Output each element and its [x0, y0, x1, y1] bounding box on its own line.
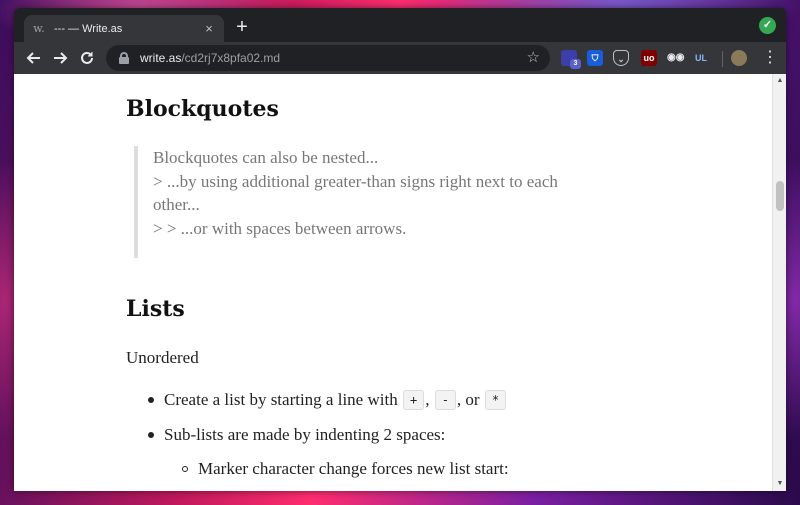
- list-item: Marker character change forces new list …: [182, 459, 509, 479]
- back-arrow-icon[interactable]: [24, 48, 44, 68]
- extension-ticket-icon[interactable]: 3: [561, 50, 581, 69]
- tab-strip: w. --- — Write.as × + ✓: [14, 8, 786, 42]
- favicon-icon: w.: [33, 21, 45, 35]
- list-item-text: Create a list by starting a line with: [164, 390, 398, 409]
- forward-arrow-icon[interactable]: [50, 48, 70, 68]
- list-item: Sub-lists are made by indenting 2 spaces…: [148, 425, 445, 445]
- bullet-icon: [148, 432, 154, 438]
- tab-title: --- — Write.as: [54, 22, 123, 35]
- scroll-thumb[interactable]: [776, 181, 784, 211]
- bitwarden-shield-icon[interactable]: ⛉: [587, 50, 603, 66]
- browser-window: w. --- — Write.as × + ✓ write.as/cd2rj7x…: [14, 8, 786, 491]
- list-item-text: Marker character change forces new list …: [198, 459, 509, 478]
- lock-icon: [118, 52, 130, 64]
- extension-ul-icon[interactable]: UL: [693, 50, 709, 66]
- pocket-icon[interactable]: ⌄: [613, 50, 629, 66]
- scroll-down-icon[interactable]: ▼: [773, 477, 786, 491]
- hollow-bullet-icon: [182, 466, 188, 472]
- blockquote-line: other...: [153, 195, 200, 214]
- nested-blockquote: Blockquotes can also be nested... > ...b…: [134, 146, 614, 258]
- inline-code: +: [402, 390, 425, 410]
- close-icon[interactable]: ×: [202, 21, 216, 36]
- list-item-text: ,: [425, 390, 430, 409]
- inline-code: -: [434, 390, 456, 410]
- toolbar-divider: [722, 51, 723, 67]
- bookmark-star-icon[interactable]: ☆: [527, 49, 540, 67]
- vertical-scrollbar[interactable]: ▲ ▼: [772, 74, 786, 491]
- profile-status-icon[interactable]: ✓: [759, 17, 776, 34]
- address-bar[interactable]: write.as/cd2rj7x8pfa02.md ☆: [106, 45, 550, 71]
- ublock-origin-icon[interactable]: uo: [641, 50, 657, 66]
- subheading-unordered: Unordered: [126, 348, 199, 367]
- new-tab-button[interactable]: +: [232, 17, 252, 37]
- heading-lists: Lists: [126, 296, 185, 322]
- heading-blockquotes: Blockquotes: [126, 96, 279, 122]
- privacy-eyes-icon[interactable]: ◉◉: [667, 50, 684, 66]
- kebab-menu-icon[interactable]: ⋮: [762, 48, 778, 68]
- list-item-text: , or: [456, 390, 480, 409]
- blockquote-line: > ...by using additional greater-than si…: [153, 171, 558, 191]
- page-viewport: Blockquotes Blockquotes can also be nest…: [14, 74, 786, 491]
- avatar[interactable]: [731, 50, 747, 66]
- extension-badge: 3: [570, 59, 581, 69]
- browser-toolbar: write.as/cd2rj7x8pfa02.md ☆ 3 ⛉ ⌄ uo ◉◉ …: [14, 42, 786, 74]
- url-text: write.as/cd2rj7x8pfa02.md: [140, 51, 281, 65]
- reload-icon[interactable]: [77, 48, 97, 68]
- list-item: Create a list by starting a line with +,…: [148, 390, 507, 410]
- scroll-up-icon[interactable]: ▲: [773, 74, 786, 88]
- bullet-icon: [148, 397, 154, 403]
- list-item-text: Sub-lists are made by indenting 2 spaces…: [164, 425, 446, 444]
- inline-code: *: [484, 390, 507, 410]
- tab-write-as[interactable]: w. --- — Write.as ×: [24, 15, 224, 42]
- blockquote-line: > > ...or with spaces between arrows.: [153, 218, 407, 238]
- blockquote-line: Blockquotes can also be nested...: [153, 148, 379, 167]
